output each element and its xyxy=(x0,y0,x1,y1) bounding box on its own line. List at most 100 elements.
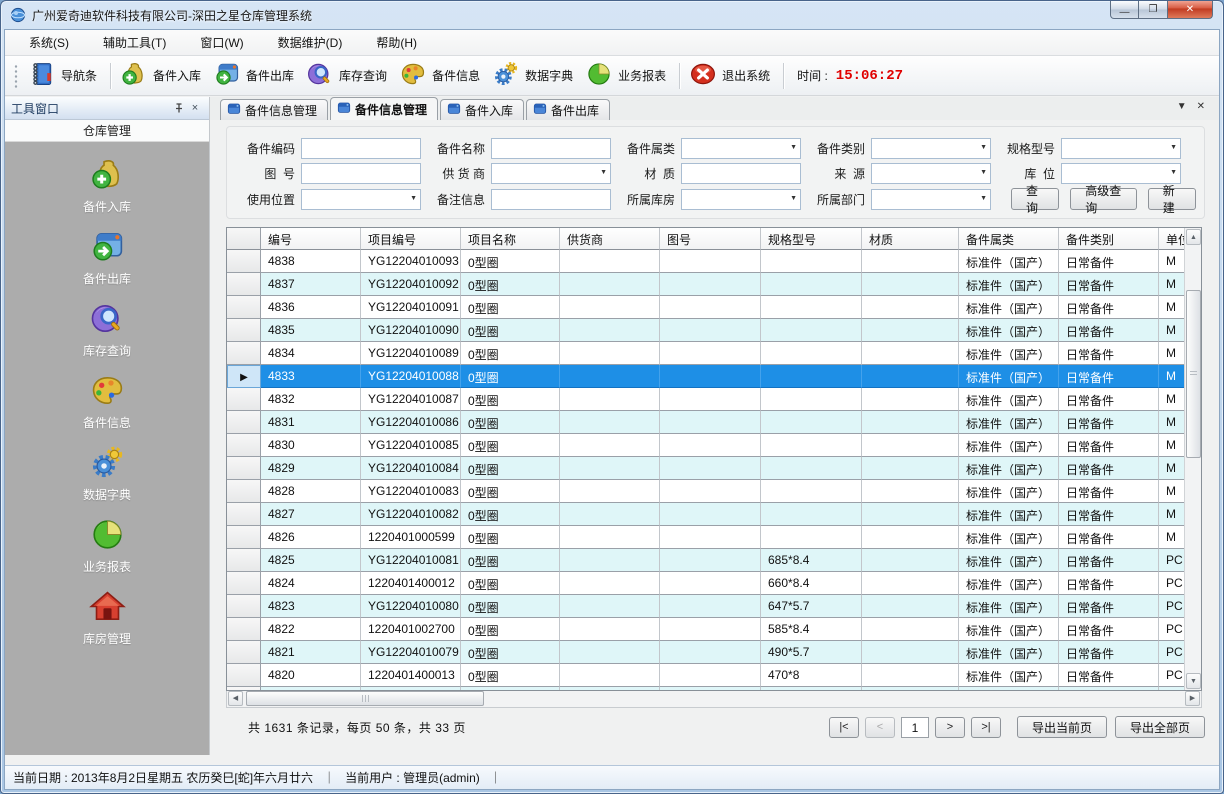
column-header-2[interactable]: 项目名称 xyxy=(461,228,560,250)
sidebar-item-business-report[interactable]: 业务报表 xyxy=(5,516,209,575)
row-selector-cell[interactable] xyxy=(227,503,261,526)
next-page-button[interactable]: > xyxy=(935,717,965,738)
search-select-库位[interactable] xyxy=(1061,163,1181,184)
search-select-备件属类[interactable] xyxy=(681,138,801,159)
maximize-button[interactable]: ❐ xyxy=(1139,1,1168,19)
minimize-button[interactable]: — xyxy=(1110,1,1139,19)
first-page-button[interactable]: |< xyxy=(829,717,859,738)
search-input-备件编码[interactable] xyxy=(301,138,421,159)
page-number-input[interactable]: 1 xyxy=(901,717,929,738)
row-selector-cell[interactable] xyxy=(227,595,261,618)
table-row[interactable]: 4821YG122040100790型圈490*5.7标准件（国产）日常备件PC xyxy=(227,641,1184,664)
row-selector-cell[interactable] xyxy=(227,434,261,457)
menu-item-2[interactable]: 窗口(W) xyxy=(190,31,253,54)
toolbar-business-report[interactable]: 业务报表 xyxy=(581,57,674,94)
vertical-scrollbar[interactable]: ▲ ▼ xyxy=(1184,228,1201,690)
export-all-pages-button[interactable]: 导出全部页 xyxy=(1115,716,1205,738)
column-header-9[interactable]: 单位 xyxy=(1159,228,1184,250)
table-row[interactable]: 4827YG122040100820型圈标准件（国产）日常备件M xyxy=(227,503,1184,526)
search-input-备件名称[interactable] xyxy=(491,138,611,159)
scroll-up-icon[interactable]: ▲ xyxy=(1186,229,1201,245)
column-header-3[interactable]: 供货商 xyxy=(560,228,660,250)
table-row[interactable]: 482412204014000120型圈660*8.4标准件（国产）日常备件PC xyxy=(227,572,1184,595)
table-row[interactable]: 482612204010005990型圈标准件（国产）日常备件M xyxy=(227,526,1184,549)
column-header-6[interactable]: 材质 xyxy=(862,228,959,250)
table-row[interactable]: 482212204010027000型圈585*8.4标准件（国产）日常备件PC xyxy=(227,618,1184,641)
table-row[interactable]: 4831YG122040100860型圈标准件（国产）日常备件M xyxy=(227,411,1184,434)
toolbar-drag-handle[interactable] xyxy=(13,63,20,89)
horizontal-scroll-thumb[interactable] xyxy=(246,691,484,706)
table-row[interactable]: 4830YG122040100850型圈标准件（国产）日常备件M xyxy=(227,434,1184,457)
sidebar-group-warehouse[interactable]: 仓库管理 xyxy=(5,120,209,142)
table-row[interactable]: 4834YG122040100890型圈标准件（国产）日常备件M xyxy=(227,342,1184,365)
export-current-page-button[interactable]: 导出当前页 xyxy=(1017,716,1107,738)
tab-0[interactable]: 备件信息管理 xyxy=(220,99,328,120)
row-selector-cell[interactable] xyxy=(227,618,261,641)
search-input-图号[interactable] xyxy=(301,163,421,184)
row-selector-cell[interactable] xyxy=(227,273,261,296)
menu-item-3[interactable]: 数据维护(D) xyxy=(268,31,353,54)
query-button[interactable]: 查询 xyxy=(1011,188,1059,210)
sidebar-item-parts-inbound[interactable]: 备件入库 xyxy=(5,156,209,215)
column-header-4[interactable]: 图号 xyxy=(660,228,761,250)
column-header-8[interactable]: 备件类别 xyxy=(1059,228,1159,250)
table-row[interactable]: 4828YG122040100830型圈标准件（国产）日常备件M xyxy=(227,480,1184,503)
table-row[interactable]: 4832YG122040100870型圈标准件（国产）日常备件M xyxy=(227,388,1184,411)
search-select-备件类别[interactable] xyxy=(871,138,991,159)
search-select-来源[interactable] xyxy=(871,163,991,184)
menu-item-1[interactable]: 辅助工具(T) xyxy=(93,31,176,54)
toolbar-exit-system[interactable]: 退出系统 xyxy=(685,57,778,94)
search-select-所属部门[interactable] xyxy=(871,189,991,210)
sidebar-item-parts-info[interactable]: 备件信息 xyxy=(5,372,209,431)
row-selector-cell[interactable] xyxy=(227,549,261,572)
column-header-7[interactable]: 备件属类 xyxy=(959,228,1059,250)
menu-item-0[interactable]: 系统(S) xyxy=(19,31,79,54)
row-selector-cell[interactable]: ▶ xyxy=(227,365,261,388)
last-page-button[interactable]: >| xyxy=(971,717,1001,738)
row-selector-cell[interactable] xyxy=(227,342,261,365)
tab-close-icon[interactable]: ✕ xyxy=(1197,101,1205,112)
row-selector-cell[interactable] xyxy=(227,411,261,434)
tab-list-dropdown-icon[interactable]: ▼ xyxy=(1177,101,1187,112)
table-row[interactable]: 4837YG122040100920型圈标准件（国产）日常备件M xyxy=(227,273,1184,296)
search-select-规格型号[interactable] xyxy=(1061,138,1181,159)
pin-icon[interactable] xyxy=(171,101,187,116)
row-selector-cell[interactable] xyxy=(227,480,261,503)
table-row[interactable]: 4823YG122040100800型圈647*5.7标准件（国产）日常备件PC xyxy=(227,595,1184,618)
title-bar[interactable]: 广州爱奇迪软件科技有限公司-深田之星仓库管理系统 — ❐ ✕ xyxy=(1,1,1223,29)
search-select-使用位置[interactable] xyxy=(301,189,421,210)
row-selector-header[interactable] xyxy=(227,228,261,250)
prev-page-button[interactable]: < xyxy=(865,717,895,738)
table-row[interactable]: 4838YG122040100930型圈标准件（国产）日常备件M xyxy=(227,250,1184,273)
table-row[interactable]: 4836YG122040100910型圈标准件（国产）日常备件M xyxy=(227,296,1184,319)
table-row[interactable]: 4835YG122040100900型圈标准件（国产）日常备件M xyxy=(227,319,1184,342)
toolbar-parts-outbound[interactable]: 备件出库 xyxy=(209,57,302,94)
toolbar-parts-inbound[interactable]: 备件入库 xyxy=(116,57,209,94)
advanced-query-button[interactable]: 高级查询 xyxy=(1070,188,1137,210)
search-select-所属库房[interactable] xyxy=(681,189,801,210)
table-row[interactable]: ▶4833YG122040100880型圈标准件（国产）日常备件M xyxy=(227,365,1184,388)
table-row[interactable]: 4825YG122040100810型圈685*8.4标准件（国产）日常备件PC xyxy=(227,549,1184,572)
column-header-1[interactable]: 项目编号 xyxy=(361,228,461,250)
row-selector-cell[interactable] xyxy=(227,250,261,273)
vertical-scroll-thumb[interactable] xyxy=(1186,290,1201,458)
search-input-备注信息[interactable] xyxy=(491,189,611,210)
toolbar-data-dictionary[interactable]: 数据字典 xyxy=(488,57,581,94)
sidebar-item-inventory-search[interactable]: 库存查询 xyxy=(5,300,209,359)
table-row[interactable]: 4829YG122040100840型圈标准件（国产）日常备件M xyxy=(227,457,1184,480)
toolbar-inventory-search[interactable]: 库存查询 xyxy=(302,57,395,94)
new-button[interactable]: 新建 xyxy=(1148,188,1196,210)
horizontal-scrollbar[interactable]: ◀ ▶ xyxy=(226,691,1202,708)
row-selector-cell[interactable] xyxy=(227,526,261,549)
close-icon[interactable]: × xyxy=(187,101,203,116)
search-select-供货商[interactable] xyxy=(491,163,611,184)
column-header-0[interactable]: 编号 xyxy=(261,228,361,250)
tab-3[interactable]: 备件出库 xyxy=(526,99,610,120)
row-selector-cell[interactable] xyxy=(227,664,261,687)
toolbar-parts-info[interactable]: 备件信息 xyxy=(395,57,488,94)
table-row[interactable]: 0型圈标准件（国产）日常备件 xyxy=(227,687,1184,690)
row-selector-cell[interactable] xyxy=(227,296,261,319)
scroll-down-icon[interactable]: ▼ xyxy=(1186,673,1201,689)
row-selector-cell[interactable] xyxy=(227,457,261,480)
row-selector-cell[interactable] xyxy=(227,641,261,664)
